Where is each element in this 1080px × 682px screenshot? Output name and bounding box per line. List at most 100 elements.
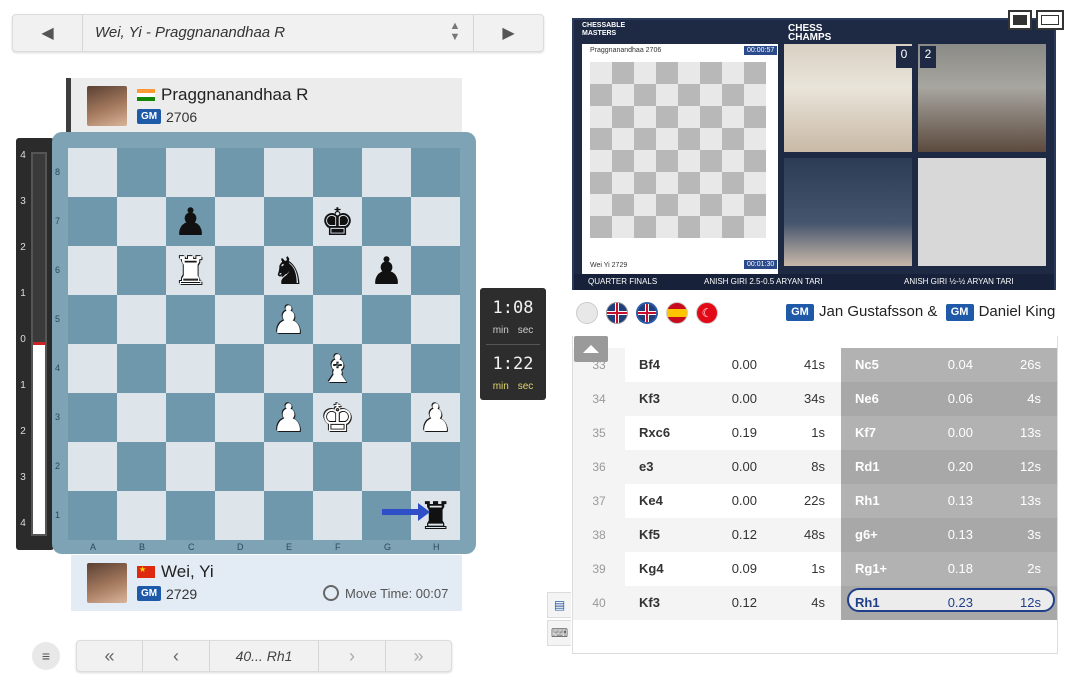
square-d7[interactable] — [215, 197, 264, 246]
square-b3[interactable] — [117, 393, 166, 442]
square-g3[interactable] — [362, 393, 411, 442]
square-f4[interactable]: ♝ — [313, 344, 362, 393]
white-piece-h3[interactable]: ♟ — [411, 393, 460, 442]
square-c6[interactable]: ♜ — [166, 246, 215, 295]
white-piece-f4[interactable]: ♝ — [313, 344, 362, 393]
square-c7[interactable]: ♟ — [166, 197, 215, 246]
white-move-cell[interactable]: Kf3 0.00 34s — [625, 382, 841, 416]
square-b4[interactable] — [117, 344, 166, 393]
white-move-cell[interactable]: Kf5 0.12 48s — [625, 518, 841, 552]
white-piece-e3[interactable]: ♟ — [264, 393, 313, 442]
square-a7[interactable] — [68, 197, 117, 246]
square-e8[interactable] — [264, 148, 313, 197]
square-a2[interactable] — [68, 442, 117, 491]
square-d2[interactable] — [215, 442, 264, 491]
square-e7[interactable] — [264, 197, 313, 246]
black-piece-e6[interactable]: ♞ — [264, 246, 313, 295]
previous-game-button[interactable]: ◀ — [13, 15, 83, 51]
square-c8[interactable] — [166, 148, 215, 197]
table-row[interactable]: 35 Rxc6 0.19 1s Kf7 0.00 13s — [573, 416, 1057, 450]
table-row[interactable]: 36 e3 0.00 8s Rd1 0.20 12s — [573, 450, 1057, 484]
square-e3[interactable]: ♟ — [264, 393, 313, 442]
table-row[interactable]: 39 Kg4 0.09 1s Rg1+ 0.18 2s — [573, 552, 1057, 586]
chessboard[interactable]: ♟ ♚ ♜ ♞ ♟ ♟ ♝ ♟ ♚ ♟ ♜ — [68, 148, 460, 540]
square-b5[interactable] — [117, 295, 166, 344]
white-move-cell[interactable]: Kf3 0.12 4s — [625, 586, 841, 620]
square-e2[interactable] — [264, 442, 313, 491]
square-d5[interactable] — [215, 295, 264, 344]
square-c3[interactable] — [166, 393, 215, 442]
previous-move-button[interactable]: ‹ — [143, 641, 209, 671]
white-move-cell[interactable]: Bf4 0.00 41s — [625, 348, 841, 382]
white-move-cell[interactable]: Kg4 0.09 1s — [625, 552, 841, 586]
black-move-cell[interactable]: g6+ 0.13 3s — [841, 518, 1057, 552]
square-b8[interactable] — [117, 148, 166, 197]
black-move-cell[interactable]: Rd1 0.20 12s — [841, 450, 1057, 484]
black-piece-f7[interactable]: ♚ — [313, 197, 362, 246]
square-c2[interactable] — [166, 442, 215, 491]
square-d8[interactable] — [215, 148, 264, 197]
theater-mode-icon[interactable] — [1008, 10, 1032, 30]
last-move-button[interactable]: » — [385, 641, 451, 671]
square-e1[interactable] — [264, 491, 313, 540]
square-d4[interactable] — [215, 344, 264, 393]
black-move-cell[interactable]: Rh1 0.13 13s — [841, 484, 1057, 518]
square-c5[interactable] — [166, 295, 215, 344]
square-a3[interactable] — [68, 393, 117, 442]
first-move-button[interactable]: « — [77, 641, 143, 671]
white-piece-f3[interactable]: ♚ — [313, 393, 362, 442]
table-row[interactable]: 37 Ke4 0.00 22s Rh1 0.13 13s — [573, 484, 1057, 518]
next-game-button[interactable]: ▶ — [473, 15, 543, 51]
square-f7[interactable]: ♚ — [313, 197, 362, 246]
square-h6[interactable] — [411, 246, 460, 295]
square-f1[interactable] — [313, 491, 362, 540]
square-b6[interactable] — [117, 246, 166, 295]
black-move-cell[interactable]: Kf7 0.00 13s — [841, 416, 1057, 450]
square-g7[interactable] — [362, 197, 411, 246]
square-g4[interactable] — [362, 344, 411, 393]
square-b1[interactable] — [117, 491, 166, 540]
square-h7[interactable] — [411, 197, 460, 246]
white-piece-e5[interactable]: ♟ — [264, 295, 313, 344]
square-f5[interactable] — [313, 295, 362, 344]
square-h5[interactable] — [411, 295, 460, 344]
square-f8[interactable] — [313, 148, 362, 197]
black-move-cell[interactable]: Rg1+ 0.18 2s — [841, 552, 1057, 586]
square-e4[interactable] — [264, 344, 313, 393]
square-a6[interactable] — [68, 246, 117, 295]
square-h8[interactable] — [411, 148, 460, 197]
menu-button[interactable]: ≡ — [32, 642, 60, 670]
square-g2[interactable] — [362, 442, 411, 491]
square-f2[interactable] — [313, 442, 362, 491]
video-stream[interactable]: CHESSABLE MASTERS CHESS CHAMPS Praggnana… — [572, 18, 1056, 290]
next-move-button[interactable]: › — [319, 641, 385, 671]
table-row[interactable]: 34 Kf3 0.00 34s Ne6 0.06 4s — [573, 382, 1057, 416]
table-row[interactable]: 38 Kf5 0.12 48s g6+ 0.13 3s — [573, 518, 1057, 552]
square-c4[interactable] — [166, 344, 215, 393]
notation-tab[interactable]: ▤ — [547, 592, 571, 618]
sort-icon[interactable]: ▲ ▼ — [445, 21, 465, 43]
square-a5[interactable] — [68, 295, 117, 344]
square-g6[interactable]: ♟ — [362, 246, 411, 295]
square-g5[interactable] — [362, 295, 411, 344]
square-b7[interactable] — [117, 197, 166, 246]
square-d3[interactable] — [215, 393, 264, 442]
square-h2[interactable] — [411, 442, 460, 491]
square-a1[interactable] — [68, 491, 117, 540]
scroll-up-button[interactable] — [574, 336, 608, 362]
square-d6[interactable] — [215, 246, 264, 295]
table-row[interactable]: 33 Bf4 0.00 41s Nc5 0.04 26s — [573, 348, 1057, 382]
square-g1[interactable] — [362, 491, 411, 540]
square-b2[interactable] — [117, 442, 166, 491]
black-move-cell[interactable]: Nc5 0.04 26s — [841, 348, 1057, 382]
game-selector[interactable]: ◀ Wei, Yi - Praggnanandhaa R ▲ ▼ ▶ — [12, 14, 544, 52]
black-piece-g6[interactable]: ♟ — [362, 246, 411, 295]
fullscreen-icon[interactable] — [1036, 10, 1064, 30]
white-move-cell[interactable]: Rxc6 0.19 1s — [625, 416, 841, 450]
square-h3[interactable]: ♟ — [411, 393, 460, 442]
black-move-cell[interactable]: Rh1 0.23 12s — [841, 586, 1057, 620]
square-a8[interactable] — [68, 148, 117, 197]
square-d1[interactable] — [215, 491, 264, 540]
white-piece-c6[interactable]: ♜ — [166, 246, 215, 295]
square-e5[interactable]: ♟ — [264, 295, 313, 344]
